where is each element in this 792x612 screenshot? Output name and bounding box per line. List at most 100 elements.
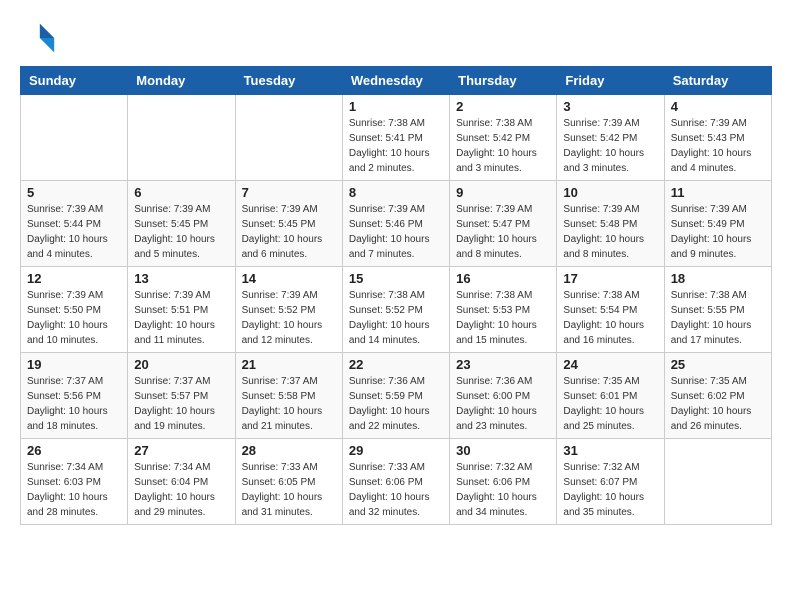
calendar-cell: [128, 95, 235, 181]
calendar-cell: 8 Sunrise: 7:39 AMSunset: 5:46 PMDaylight…: [342, 181, 449, 267]
day-detail: Sunrise: 7:39 AMSunset: 5:50 PMDaylight:…: [27, 288, 121, 348]
calendar-cell: 6 Sunrise: 7:39 AMSunset: 5:45 PMDaylight…: [128, 181, 235, 267]
calendar-cell: 7 Sunrise: 7:39 AMSunset: 5:45 PMDaylight…: [235, 181, 342, 267]
day-detail: Sunrise: 7:38 AMSunset: 5:52 PMDaylight:…: [349, 288, 443, 348]
day-number: 11: [671, 185, 765, 200]
calendar-cell: 1Sunrise: 7:38 AMSunset: 5:41 PMDaylight…: [342, 95, 449, 181]
day-number: 13: [134, 271, 228, 286]
day-detail: Sunrise: 7:37 AMSunset: 5:58 PMDaylight:…: [242, 374, 336, 434]
calendar-cell: [235, 95, 342, 181]
day-detail: Sunrise: 7:36 AMSunset: 5:59 PMDaylight:…: [349, 374, 443, 434]
calendar-cell: [21, 95, 128, 181]
weekday-header-thursday: Thursday: [450, 67, 557, 95]
day-number: 23: [456, 357, 550, 372]
week-row-5: 26 Sunrise: 7:34 AMSunset: 6:03 PMDayligh…: [21, 439, 772, 525]
day-number: 18: [671, 271, 765, 286]
day-number: 15: [349, 271, 443, 286]
weekday-header-friday: Friday: [557, 67, 664, 95]
calendar-cell: 31 Sunrise: 7:32 AMSunset: 6:07 PMDayligh…: [557, 439, 664, 525]
week-row-1: 1Sunrise: 7:38 AMSunset: 5:41 PMDaylight…: [21, 95, 772, 181]
weekday-header-wednesday: Wednesday: [342, 67, 449, 95]
calendar-cell: 23 Sunrise: 7:36 AMSunset: 6:00 PMDayligh…: [450, 353, 557, 439]
calendar-cell: 24Sunrise: 7:35 AMSunset: 6:01 PMDayligh…: [557, 353, 664, 439]
day-detail: Sunrise: 7:39 AMSunset: 5:48 PMDaylight:…: [563, 202, 657, 262]
day-detail: Sunrise: 7:37 AMSunset: 5:57 PMDaylight:…: [134, 374, 228, 434]
day-number: 7: [242, 185, 336, 200]
day-number: 21: [242, 357, 336, 372]
weekday-header-tuesday: Tuesday: [235, 67, 342, 95]
day-detail: Sunrise: 7:39 AMSunset: 5:47 PMDaylight:…: [456, 202, 550, 262]
day-detail: Sunrise: 7:34 AMSunset: 6:03 PMDaylight:…: [27, 460, 121, 520]
day-detail: Sunrise: 7:32 AMSunset: 6:07 PMDaylight:…: [563, 460, 657, 520]
day-number: 30: [456, 443, 550, 458]
day-detail: Sunrise: 7:38 AMSunset: 5:41 PMDaylight:…: [349, 116, 443, 176]
calendar-cell: 21 Sunrise: 7:37 AMSunset: 5:58 PMDayligh…: [235, 353, 342, 439]
calendar-table: SundayMondayTuesdayWednesdayThursdayFrid…: [20, 66, 772, 525]
day-detail: Sunrise: 7:38 AMSunset: 5:55 PMDaylight:…: [671, 288, 765, 348]
calendar-cell: 15 Sunrise: 7:38 AMSunset: 5:52 PMDayligh…: [342, 267, 449, 353]
calendar-cell: 29 Sunrise: 7:33 AMSunset: 6:06 PMDayligh…: [342, 439, 449, 525]
day-detail: Sunrise: 7:33 AMSunset: 6:06 PMDaylight:…: [349, 460, 443, 520]
day-detail: Sunrise: 7:36 AMSunset: 6:00 PMDaylight:…: [456, 374, 550, 434]
week-row-4: 19 Sunrise: 7:37 AMSunset: 5:56 PMDayligh…: [21, 353, 772, 439]
day-number: 29: [349, 443, 443, 458]
calendar-cell: 4 Sunrise: 7:39 AMSunset: 5:43 PMDaylight…: [664, 95, 771, 181]
calendar-cell: 19 Sunrise: 7:37 AMSunset: 5:56 PMDayligh…: [21, 353, 128, 439]
day-detail: Sunrise: 7:39 AMSunset: 5:49 PMDaylight:…: [671, 202, 765, 262]
day-number: 8: [349, 185, 443, 200]
day-number: 6: [134, 185, 228, 200]
calendar-cell: 30 Sunrise: 7:32 AMSunset: 6:06 PMDayligh…: [450, 439, 557, 525]
day-detail: Sunrise: 7:39 AMSunset: 5:52 PMDaylight:…: [242, 288, 336, 348]
calendar-cell: 25 Sunrise: 7:35 AMSunset: 6:02 PMDayligh…: [664, 353, 771, 439]
calendar-cell: 27Sunrise: 7:34 AMSunset: 6:04 PMDayligh…: [128, 439, 235, 525]
logo: [20, 20, 62, 56]
day-detail: Sunrise: 7:37 AMSunset: 5:56 PMDaylight:…: [27, 374, 121, 434]
calendar-cell: 5Sunrise: 7:39 AMSunset: 5:44 PMDaylight…: [21, 181, 128, 267]
day-number: 19: [27, 357, 121, 372]
day-detail: Sunrise: 7:39 AMSunset: 5:43 PMDaylight:…: [671, 116, 765, 176]
day-number: 2: [456, 99, 550, 114]
day-detail: Sunrise: 7:39 AMSunset: 5:45 PMDaylight:…: [242, 202, 336, 262]
calendar-cell: 17 Sunrise: 7:38 AMSunset: 5:54 PMDayligh…: [557, 267, 664, 353]
day-detail: Sunrise: 7:38 AMSunset: 5:54 PMDaylight:…: [563, 288, 657, 348]
week-row-2: 5Sunrise: 7:39 AMSunset: 5:44 PMDaylight…: [21, 181, 772, 267]
day-number: 9: [456, 185, 550, 200]
day-detail: Sunrise: 7:33 AMSunset: 6:05 PMDaylight:…: [242, 460, 336, 520]
calendar-cell: 14Sunrise: 7:39 AMSunset: 5:52 PMDayligh…: [235, 267, 342, 353]
calendar-cell: 22 Sunrise: 7:36 AMSunset: 5:59 PMDayligh…: [342, 353, 449, 439]
day-detail: Sunrise: 7:35 AMSunset: 6:02 PMDaylight:…: [671, 374, 765, 434]
day-number: 20: [134, 357, 228, 372]
calendar-cell: 18 Sunrise: 7:38 AMSunset: 5:55 PMDayligh…: [664, 267, 771, 353]
day-number: 22: [349, 357, 443, 372]
day-number: 4: [671, 99, 765, 114]
day-number: 24: [563, 357, 657, 372]
day-number: 28: [242, 443, 336, 458]
calendar-cell: 10 Sunrise: 7:39 AMSunset: 5:48 PMDayligh…: [557, 181, 664, 267]
day-number: 26: [27, 443, 121, 458]
day-detail: Sunrise: 7:38 AMSunset: 5:53 PMDaylight:…: [456, 288, 550, 348]
day-detail: Sunrise: 7:39 AMSunset: 5:46 PMDaylight:…: [349, 202, 443, 262]
calendar-cell: 28 Sunrise: 7:33 AMSunset: 6:05 PMDayligh…: [235, 439, 342, 525]
calendar-cell: 9 Sunrise: 7:39 AMSunset: 5:47 PMDaylight…: [450, 181, 557, 267]
day-number: 25: [671, 357, 765, 372]
calendar-cell: 11 Sunrise: 7:39 AMSunset: 5:49 PMDayligh…: [664, 181, 771, 267]
day-detail: Sunrise: 7:32 AMSunset: 6:06 PMDaylight:…: [456, 460, 550, 520]
page-header: [20, 20, 772, 56]
calendar-cell: 20 Sunrise: 7:37 AMSunset: 5:57 PMDayligh…: [128, 353, 235, 439]
logo-icon: [20, 20, 56, 56]
day-number: 10: [563, 185, 657, 200]
day-detail: Sunrise: 7:34 AMSunset: 6:04 PMDaylight:…: [134, 460, 228, 520]
day-number: 17: [563, 271, 657, 286]
day-number: 31: [563, 443, 657, 458]
weekday-header-monday: Monday: [128, 67, 235, 95]
calendar-cell: 12 Sunrise: 7:39 AMSunset: 5:50 PMDayligh…: [21, 267, 128, 353]
calendar-cell: 16Sunrise: 7:38 AMSunset: 5:53 PMDayligh…: [450, 267, 557, 353]
weekday-header-sunday: Sunday: [21, 67, 128, 95]
day-detail: Sunrise: 7:39 AMSunset: 5:45 PMDaylight:…: [134, 202, 228, 262]
day-number: 5: [27, 185, 121, 200]
calendar-cell: 13 Sunrise: 7:39 AMSunset: 5:51 PMDayligh…: [128, 267, 235, 353]
day-detail: Sunrise: 7:39 AMSunset: 5:51 PMDaylight:…: [134, 288, 228, 348]
day-number: 12: [27, 271, 121, 286]
weekday-header-saturday: Saturday: [664, 67, 771, 95]
day-detail: Sunrise: 7:38 AMSunset: 5:42 PMDaylight:…: [456, 116, 550, 176]
